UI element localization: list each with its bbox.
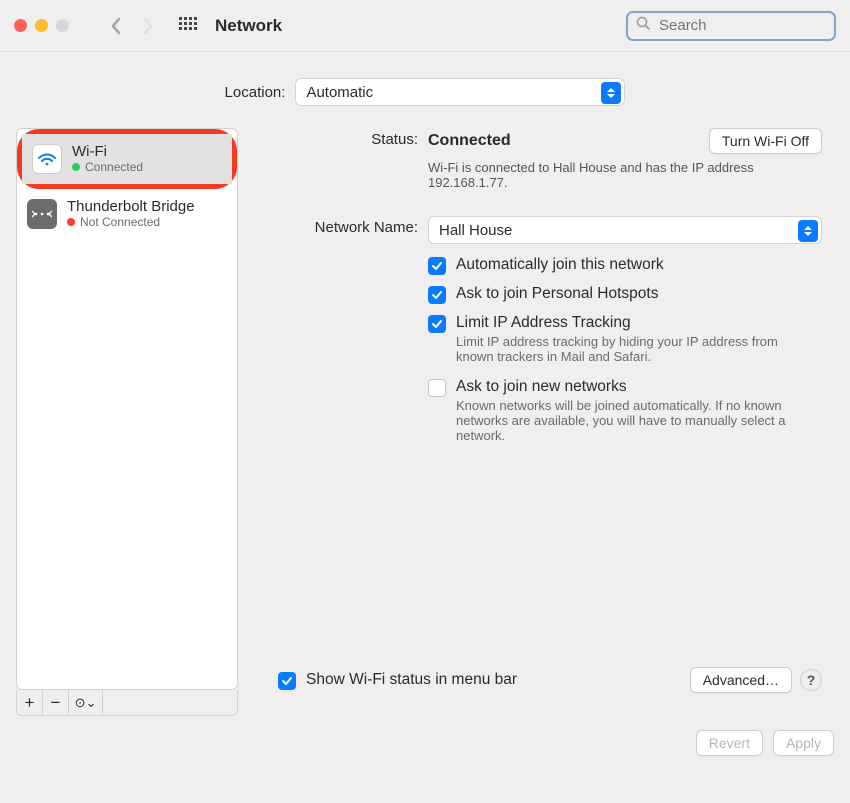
- auto-join-checkbox[interactable]: [428, 257, 446, 275]
- apply-button[interactable]: Apply: [773, 730, 834, 756]
- location-label: Location:: [225, 84, 286, 101]
- limit-ip-label: Limit IP Address Tracking: [456, 314, 796, 332]
- ask-new-networks-checkbox[interactable]: [428, 379, 446, 397]
- status-dot-icon: [72, 163, 80, 171]
- interface-options-button[interactable]: ⊙⌄: [69, 690, 103, 715]
- network-name-value: Hall House: [439, 222, 512, 239]
- remove-interface-button[interactable]: −: [43, 690, 69, 715]
- traffic-lights: [14, 19, 69, 32]
- interface-sidebar: Wi-Fi Connected Thunderbolt Bridge Not C…: [16, 128, 238, 690]
- maximize-window-button[interactable]: [56, 19, 69, 32]
- sidebar-footer: + − ⊙⌄: [16, 690, 238, 716]
- sidebar-item-thunderbolt[interactable]: Thunderbolt Bridge Not Connected: [17, 189, 237, 239]
- show-menubar-label: Show Wi-Fi status in menu bar: [306, 671, 517, 689]
- network-name-label: Network Name:: [250, 216, 428, 236]
- status-dot-icon: [67, 218, 75, 226]
- sidebar-item-wifi[interactable]: Wi-Fi Connected: [22, 134, 232, 184]
- wifi-icon: [32, 144, 62, 174]
- network-name-select[interactable]: Hall House: [428, 216, 822, 244]
- limit-ip-checkbox[interactable]: [428, 315, 446, 333]
- bottom-bar: Revert Apply: [0, 716, 850, 770]
- help-button[interactable]: ?: [800, 669, 822, 691]
- detail-pane: Status: Connected Turn Wi-Fi Off Wi-Fi i…: [250, 128, 834, 716]
- status-value: Connected: [428, 132, 511, 150]
- thunderbolt-bridge-icon: [27, 199, 57, 229]
- toolbar-nav: Network: [105, 15, 282, 37]
- ask-new-networks-label: Ask to join new networks: [456, 378, 796, 396]
- location-select[interactable]: Automatic: [295, 78, 625, 106]
- add-interface-button[interactable]: +: [17, 690, 43, 715]
- ask-hotspots-label: Ask to join Personal Hotspots: [456, 285, 658, 303]
- status-description: Wi-Fi is connected to Hall House and has…: [428, 160, 758, 190]
- revert-button[interactable]: Revert: [696, 730, 763, 756]
- sidebar-item-label: Thunderbolt Bridge: [67, 199, 195, 216]
- turn-wifi-off-button[interactable]: Turn Wi-Fi Off: [709, 128, 822, 154]
- search-input[interactable]: [657, 16, 850, 35]
- sidebar-footer-spacer: [103, 690, 237, 715]
- show-all-icon[interactable]: [179, 17, 197, 35]
- back-button[interactable]: [105, 15, 127, 37]
- ask-new-networks-description: Known networks will be joined automatica…: [456, 398, 796, 443]
- location-value: Automatic: [306, 84, 373, 101]
- window-toolbar: Network: [0, 0, 850, 52]
- auto-join-label: Automatically join this network: [456, 256, 664, 274]
- ask-hotspots-checkbox[interactable]: [428, 286, 446, 304]
- advanced-button[interactable]: Advanced…: [690, 667, 792, 693]
- close-window-button[interactable]: [14, 19, 27, 32]
- chevron-updown-icon: [601, 82, 621, 104]
- show-menubar-checkbox[interactable]: [278, 672, 296, 690]
- page-title: Network: [215, 16, 282, 36]
- chevron-updown-icon: [798, 220, 818, 242]
- search-field[interactable]: [626, 11, 836, 41]
- highlight-annotation: Wi-Fi Connected: [17, 129, 237, 189]
- minimize-window-button[interactable]: [35, 19, 48, 32]
- sidebar-item-label: Wi-Fi: [72, 144, 143, 161]
- forward-button: [137, 15, 159, 37]
- location-row: Location: Automatic: [0, 78, 850, 106]
- limit-ip-description: Limit IP address tracking by hiding your…: [456, 334, 796, 364]
- search-icon: [636, 16, 651, 36]
- status-label: Status:: [250, 128, 428, 148]
